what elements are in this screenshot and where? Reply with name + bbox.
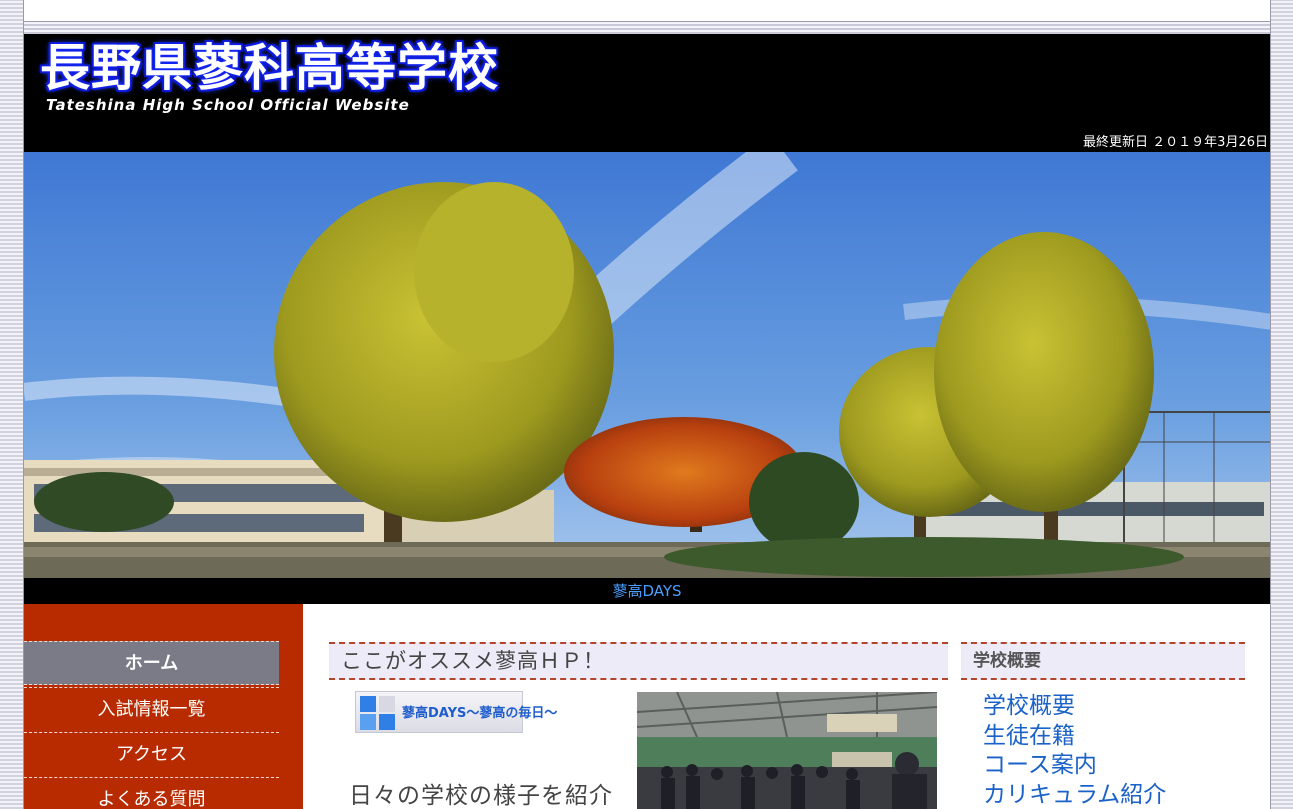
- school-overview-panel-title: 学校概要: [961, 642, 1245, 680]
- school-logo-title[interactable]: 長野県蓼科高等学校: [40, 38, 499, 98]
- school-logo-subtitle: Tateshina High School Official Website: [46, 96, 410, 114]
- school-overview-links: 学校概要 生徒在籍 コース案内 カリキュラム紹介: [983, 692, 1253, 809]
- link-school-overview[interactable]: 学校概要: [983, 692, 1253, 722]
- nav-item-admissions[interactable]: 入試情報一覧: [24, 687, 279, 731]
- days-banner-label: 蓼高DAYS～蓼高の毎日～: [402, 706, 558, 721]
- site-header: 長野県蓼科高等学校 Tateshina High School Official…: [24, 34, 1270, 152]
- link-student-enrollment[interactable]: 生徒在籍: [983, 722, 1253, 752]
- nav-item-access[interactable]: アクセス: [24, 732, 279, 776]
- hero-caption-link[interactable]: 蓼高DAYS: [612, 582, 681, 600]
- blue-squares-icon: [360, 696, 395, 730]
- intro-text: 日々の学校の様子を紹介: [349, 783, 613, 809]
- top-strip: [24, 0, 1270, 22]
- hero-caption-bar: 蓼高DAYS: [24, 578, 1270, 604]
- school-gym-photo: [637, 692, 937, 809]
- page-container: 長野県蓼科高等学校 Tateshina High School Official…: [23, 0, 1271, 809]
- link-course-guide[interactable]: コース案内: [983, 751, 1253, 781]
- nav-item-faq[interactable]: よくある質問: [24, 777, 279, 809]
- decorative-stripes: [24, 22, 1270, 34]
- gym-photo-illustration: [637, 692, 937, 809]
- days-banner-link[interactable]: 蓼高DAYS～蓼高の毎日～: [355, 691, 557, 733]
- nav-item-home[interactable]: ホーム: [24, 641, 279, 685]
- last-updated-date: 最終更新日 ２０１９年3月26日: [1083, 135, 1268, 150]
- link-curriculum[interactable]: カリキュラム紹介: [983, 781, 1253, 809]
- sidebar-nav: ホーム 入試情報一覧 アクセス よくある質問: [24, 604, 303, 809]
- recommended-section-title: ここがオススメ蓼高ＨＰ！: [329, 642, 948, 680]
- main-content: ここがオススメ蓼高ＨＰ！ 蓼高DAYS～蓼高の毎日～ 日々の学校の様子を紹介 学…: [303, 604, 1270, 809]
- hero-image: [24, 152, 1270, 578]
- hero-photo-illustration: [24, 152, 1270, 578]
